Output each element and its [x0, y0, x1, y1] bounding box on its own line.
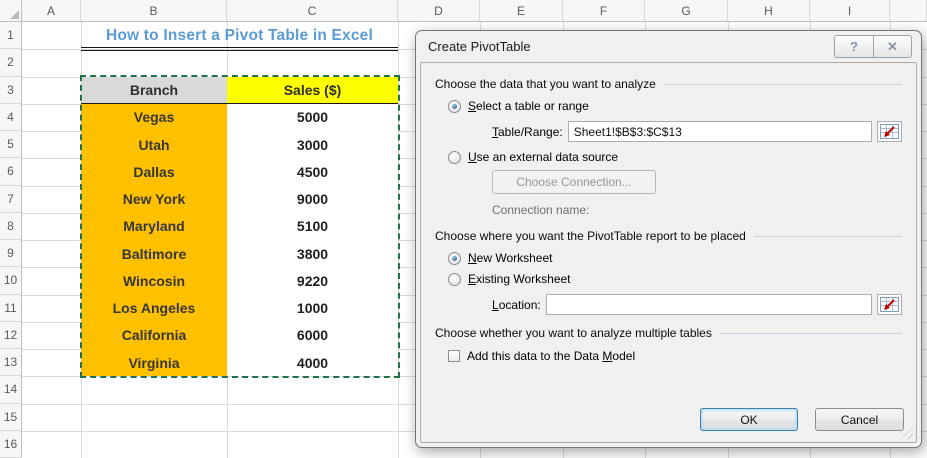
sales-header-cell[interactable]: Sales ($): [227, 76, 398, 104]
add-to-data-model-checkbox-row[interactable]: Add this data to the Data Model: [448, 349, 902, 363]
sales-cell[interactable]: 5000: [227, 103, 398, 131]
row-header-14[interactable]: 14: [0, 376, 22, 404]
branch-cell[interactable]: Baltimore: [81, 240, 227, 268]
branch-cell[interactable]: Vegas: [81, 103, 227, 131]
sales-cell[interactable]: 4000: [227, 349, 398, 377]
row-header-3[interactable]: 3: [0, 76, 22, 104]
row-header-9[interactable]: 9: [0, 240, 22, 268]
sales-cell[interactable]: 9000: [227, 185, 398, 213]
checkbox-icon[interactable]: [448, 350, 460, 362]
row-header-12[interactable]: 12: [0, 321, 22, 349]
table-range-input[interactable]: [567, 121, 872, 142]
row-header-2[interactable]: 2: [0, 49, 22, 77]
col-header-A[interactable]: A: [22, 0, 81, 22]
title-double-underline: [81, 47, 398, 52]
branch-cell[interactable]: Virginia: [81, 349, 227, 377]
col-header-E[interactable]: E: [480, 0, 563, 22]
range-selector-icon[interactable]: [877, 294, 902, 315]
dialog-title: Create PivotTable: [428, 39, 531, 54]
row-header-4[interactable]: 4: [0, 103, 22, 131]
group-divider: [753, 235, 902, 237]
branch-cell[interactable]: California: [81, 321, 227, 349]
row-header-7[interactable]: 7: [0, 185, 22, 213]
group-header-multiple-tables-label: Choose whether you want to analyze multi…: [435, 326, 712, 340]
dialog-body: Choose the data that you want to analyze…: [420, 62, 917, 443]
group-header-analyze-label: Choose the data that you want to analyze: [435, 77, 656, 91]
sales-cell[interactable]: 1000: [227, 294, 398, 322]
radio-new-worksheet-label: New Worksheet: [468, 251, 553, 265]
location-input[interactable]: [545, 294, 872, 315]
radio-select-table-label: Select a table or range: [468, 99, 589, 113]
range-selector-icon[interactable]: [877, 121, 902, 142]
dialog-buttons: OK Cancel: [700, 408, 904, 431]
add-to-data-model-label: Add this data to the Data Model: [467, 349, 636, 363]
sheet-title[interactable]: How to Insert a Pivot Table in Excel: [81, 22, 398, 49]
row-header-8[interactable]: 8: [0, 212, 22, 240]
sales-cell[interactable]: 9220: [227, 267, 398, 295]
branch-cell[interactable]: Wincosin: [81, 267, 227, 295]
radio-button-icon[interactable]: [448, 150, 461, 164]
radio-external-data-source[interactable]: Use an external data source: [448, 150, 902, 164]
group-header-placement: Choose where you want the PivotTable rep…: [435, 229, 902, 243]
sales-cell[interactable]: 5100: [227, 212, 398, 240]
radio-button-icon[interactable]: [448, 251, 461, 265]
col-header-G[interactable]: G: [645, 0, 728, 22]
select-all-corner[interactable]: [0, 0, 22, 22]
location-label: Location:: [492, 297, 541, 312]
group-header-multiple-tables: Choose whether you want to analyze multi…: [435, 326, 902, 340]
col-header-C[interactable]: C: [227, 0, 398, 22]
row-header-10[interactable]: 10: [0, 267, 22, 295]
cancel-button[interactable]: Cancel: [815, 408, 904, 431]
excel-window: A B C D E F G H I 1 2 3 4 5 6 7 8 9 10 11 12 13 14 15 16 How to I…: [0, 0, 927, 458]
radio-select-table-or-range[interactable]: Select a table or range: [448, 99, 902, 113]
col-header-H[interactable]: H: [728, 0, 810, 22]
row-header-11[interactable]: 11: [0, 294, 22, 322]
create-pivottable-dialog: Create PivotTable ? ✕ Choose the data th…: [415, 30, 922, 448]
radio-existing-worksheet[interactable]: Existing Worksheet: [448, 272, 902, 286]
location-row: Location:: [492, 294, 902, 315]
close-icon[interactable]: ✕: [873, 35, 912, 58]
branch-cell[interactable]: New York: [81, 185, 227, 213]
col-header-B[interactable]: B: [81, 0, 227, 22]
row-header-6[interactable]: 6: [0, 158, 22, 186]
row-header-15[interactable]: 15: [0, 403, 22, 431]
group-header-analyze: Choose the data that you want to analyze: [435, 77, 902, 91]
branch-header-cell[interactable]: Branch: [81, 76, 227, 104]
row-header-13[interactable]: 13: [0, 349, 22, 377]
branch-cell[interactable]: Maryland: [81, 212, 227, 240]
row-header-1[interactable]: 1: [0, 22, 22, 50]
table-range-row: Table/Range:: [492, 121, 902, 142]
radio-external-label: Use an external data source: [468, 150, 619, 164]
row-header-16[interactable]: 16: [0, 430, 22, 458]
col-header-F[interactable]: F: [563, 0, 645, 22]
ok-button[interactable]: OK: [700, 408, 798, 431]
group-header-placement-label: Choose where you want the PivotTable rep…: [435, 229, 746, 243]
radio-button-icon[interactable]: [448, 99, 461, 113]
table-range-label: Table/Range:: [492, 124, 563, 139]
radio-new-worksheet[interactable]: New Worksheet: [448, 251, 902, 265]
choose-connection-button[interactable]: Choose Connection...: [492, 170, 656, 194]
col-header-right[interactable]: [890, 0, 927, 22]
branch-cell[interactable]: Los Angeles: [81, 294, 227, 322]
radio-button-icon[interactable]: [448, 272, 461, 286]
sales-cell[interactable]: 4500: [227, 158, 398, 186]
group-divider: [719, 332, 902, 334]
sales-cell[interactable]: 3000: [227, 131, 398, 159]
window-controls: ? ✕: [834, 35, 912, 58]
choose-connection-label: Choose Connection...: [516, 175, 632, 189]
group-divider: [663, 83, 902, 85]
connection-name-label: Connection name:: [492, 203, 590, 217]
branch-cell[interactable]: Dallas: [81, 158, 227, 186]
sales-cell[interactable]: 3800: [227, 240, 398, 268]
radio-existing-worksheet-label: Existing Worksheet: [468, 272, 571, 286]
sales-cell[interactable]: 6000: [227, 321, 398, 349]
col-header-I[interactable]: I: [810, 0, 890, 22]
help-icon[interactable]: ?: [834, 35, 873, 58]
col-header-D[interactable]: D: [398, 0, 480, 22]
row-header-5[interactable]: 5: [0, 131, 22, 159]
branch-cell[interactable]: Utah: [81, 131, 227, 159]
